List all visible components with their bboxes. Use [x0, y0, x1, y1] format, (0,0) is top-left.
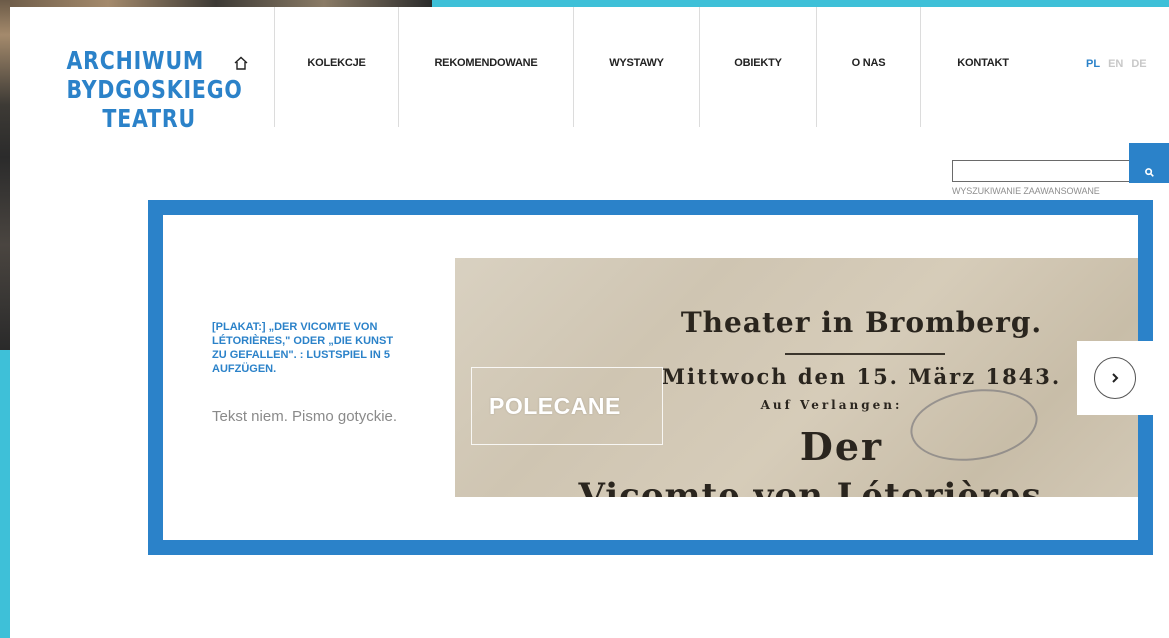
left-accent-bar	[0, 350, 10, 638]
next-circle	[1094, 357, 1136, 399]
search-icon	[1144, 168, 1154, 177]
nav-item-label: KOLEKCJE	[307, 57, 366, 69]
logo-line-1: ARCHIWUM	[66, 46, 205, 75]
home-icon	[234, 56, 248, 70]
site-logo[interactable]: ARCHIWUM BYDGOSKIEGO TEATRU	[66, 46, 243, 133]
nav-item-o-nas[interactable]: O NAS	[817, 7, 921, 127]
chevron-right-icon	[1112, 373, 1119, 383]
advanced-search-link[interactable]: WYSZUKIWANIE ZAAWANSOWANE	[952, 186, 1100, 196]
lang-en[interactable]: EN	[1108, 58, 1123, 70]
search-button[interactable]	[1129, 143, 1169, 183]
featured-slider: [PLAKAT:] „DER VICOMTE VON LÉTORIÈRES," …	[148, 200, 1153, 555]
nav-item-label: WYSTAWY	[609, 57, 664, 69]
nav-item-label: REKOMENDOWANE	[434, 57, 538, 69]
nav-item-kolekcje[interactable]: KOLEKCJE	[275, 7, 399, 127]
background-photo-strip-top	[0, 0, 432, 7]
lang-pl[interactable]: PL	[1086, 58, 1100, 70]
main-nav: KOLEKCJE REKOMENDOWANE WYSTAWY OBIEKTY O…	[208, 7, 1045, 127]
slider-next-button[interactable]	[1077, 341, 1169, 415]
featured-badge: POLECANE	[471, 367, 663, 445]
poster-text-line: Vicomte von Létorières.	[578, 476, 1055, 497]
background-photo-strip-left	[0, 0, 10, 350]
featured-badge-label: POLECANE	[489, 392, 621, 419]
logo-line-3: TEATRU	[102, 104, 196, 133]
slide-description: Tekst niem. Pismo gotyckie.	[212, 408, 398, 425]
poster-divider	[785, 353, 945, 355]
nav-item-label: KONTAKT	[957, 57, 1009, 69]
nav-item-wystawy[interactable]: WYSTAWY	[574, 7, 700, 127]
language-switcher: PL EN DE	[1086, 58, 1147, 70]
nav-item-kontakt[interactable]: KONTAKT	[921, 7, 1045, 127]
poster-text-line: Theater in Bromberg.	[680, 306, 1043, 339]
logo-line-2: BYDGOSKIEGO	[66, 75, 243, 104]
search-input[interactable]	[952, 160, 1130, 182]
nav-item-label: O NAS	[851, 57, 886, 69]
lang-de[interactable]: DE	[1131, 58, 1146, 70]
slide-title-link[interactable]: [PLAKAT:] „DER VICOMTE VON LÉTORIÈRES," …	[212, 320, 407, 376]
nav-home[interactable]	[208, 7, 275, 127]
nav-item-obiekty[interactable]: OBIEKTY	[700, 7, 817, 127]
nav-item-label: OBIEKTY	[734, 57, 782, 69]
nav-item-rekomendowane[interactable]: REKOMENDOWANE	[399, 7, 574, 127]
top-accent-bar	[432, 0, 1169, 7]
